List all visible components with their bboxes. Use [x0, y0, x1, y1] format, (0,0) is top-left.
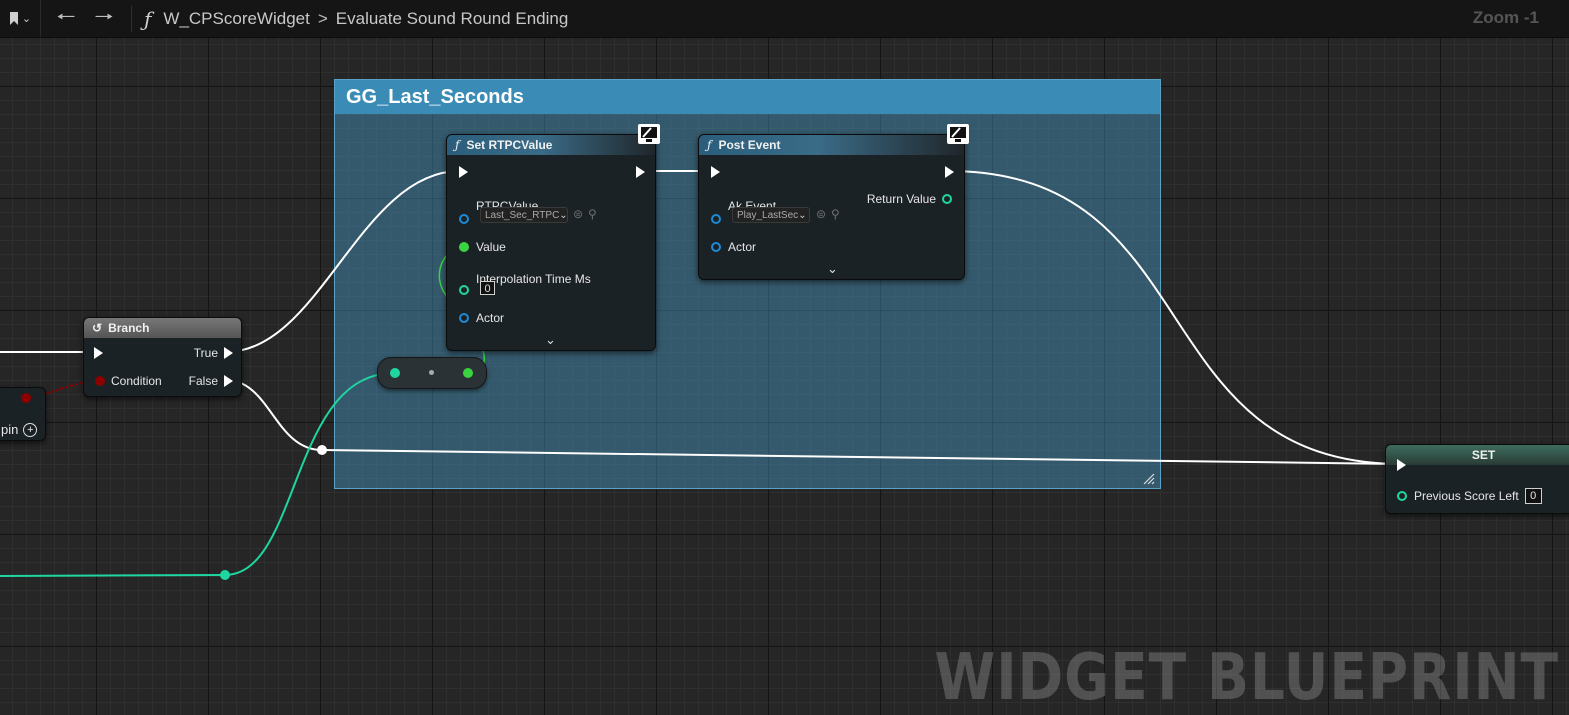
exec-pin-icon	[711, 166, 720, 178]
browse-icon[interactable]: ⚲	[831, 207, 840, 221]
exec-wire-true	[225, 170, 461, 353]
exec-pin-icon	[94, 347, 103, 359]
conversion-node[interactable]	[377, 357, 487, 389]
add-pin-icon[interactable]: +	[23, 422, 38, 437]
int-reroute-knot	[220, 570, 230, 580]
function-icon: ƒ	[455, 138, 460, 152]
node-title: Post Event	[718, 138, 781, 152]
client-only-icon	[947, 124, 969, 144]
set-rtpc-value-node[interactable]: ƒ Set RTPCValue RTPCValue Last_Sec_RTPC …	[446, 124, 660, 351]
actor-pin[interactable]: Actor	[459, 311, 504, 325]
bool-output-pin[interactable]	[21, 393, 31, 403]
exec-pin-icon	[1397, 459, 1406, 471]
object-pin-icon	[459, 313, 469, 323]
exec-output-pin[interactable]	[636, 166, 645, 178]
exec-reroute-knot	[317, 445, 327, 455]
true-output-pin[interactable]: True	[194, 346, 233, 360]
exec-input-pin[interactable]	[711, 166, 720, 178]
false-output-pin[interactable]: False	[189, 374, 233, 388]
interpolation-time-input[interactable]: 0	[480, 281, 495, 295]
node-title: Set RTPCValue	[466, 138, 553, 152]
exec-pin-icon	[636, 166, 645, 178]
use-selected-icon[interactable]: ⊜	[816, 207, 826, 221]
previous-score-input[interactable]: 0	[1524, 488, 1542, 504]
object-pin-icon	[711, 214, 721, 224]
exec-wire-false-set	[321, 449, 1403, 465]
post-event-node[interactable]: ƒ Post Event Ak Event Return Value Play_…	[698, 124, 969, 280]
int-pin-icon	[1397, 491, 1407, 501]
int-pin-icon[interactable]	[390, 368, 400, 378]
object-pin-icon	[711, 242, 721, 252]
exec-pin-icon	[224, 347, 233, 359]
rtpc-asset-dropdown[interactable]: Last_Sec_RTPC ⌄	[480, 207, 568, 223]
condition-input-pin[interactable]: Condition	[95, 374, 162, 388]
branch-icon: ↺	[92, 321, 103, 335]
float-pin-icon[interactable]	[463, 368, 473, 378]
dropdown-value: Last_Sec_RTPC	[485, 209, 560, 221]
pin-label-actor: Actor	[476, 311, 505, 325]
pin-label-actor: Actor	[728, 240, 757, 254]
pin-label-return-value: Return Value	[866, 192, 936, 206]
pin-label-value: Value	[476, 240, 506, 254]
expand-arrow-icon[interactable]: ⌄	[545, 332, 556, 348]
exec-wire-post-set	[947, 170, 1403, 465]
pin-label-false: False	[188, 374, 218, 388]
object-pin-icon	[459, 214, 469, 224]
pin-label-previous-score-left: Previous Score Left	[1414, 489, 1519, 503]
set-variable-node[interactable]: SET Previous Score Left 0	[1385, 444, 1569, 514]
add-pin-label: pin	[1, 422, 19, 437]
chevron-down-icon: ⌄	[559, 209, 568, 221]
conversion-dot-icon	[429, 370, 434, 375]
bool-pin-icon	[95, 376, 105, 386]
previous-score-left-pin[interactable]: Previous Score Left 0	[1397, 488, 1542, 504]
branch-node[interactable]: ↺ Branch True Condition False	[83, 317, 242, 397]
pin-label-true: True	[193, 346, 218, 360]
node-title: Branch	[108, 321, 150, 335]
interpolation-time-pin[interactable]: Interpolation Time Ms	[459, 267, 591, 295]
value-pin[interactable]: Value	[459, 240, 506, 254]
int-wire-source	[0, 372, 395, 577]
pin-label-condition: Condition	[111, 374, 162, 388]
bool-pin-icon	[21, 393, 31, 403]
offscreen-node[interactable]: pin +	[0, 387, 46, 441]
dropdown-value: Play_LastSec	[737, 209, 799, 221]
int-pin-icon	[459, 285, 469, 295]
browse-icon[interactable]: ⚲	[588, 207, 597, 221]
exec-output-pin[interactable]	[945, 166, 954, 178]
expand-arrow-icon[interactable]: ⌄	[827, 261, 838, 277]
int-pin-icon	[942, 194, 952, 204]
ak-event-dropdown[interactable]: Play_LastSec ⌄	[732, 207, 810, 223]
exec-pin-icon	[945, 166, 954, 178]
function-icon: ƒ	[707, 138, 712, 152]
exec-input-pin[interactable]	[459, 166, 468, 178]
client-only-icon	[638, 124, 660, 144]
return-value-pin[interactable]: Return Value	[867, 192, 952, 206]
node-title: SET	[1471, 448, 1496, 462]
exec-pin-icon	[459, 166, 468, 178]
float-pin-icon	[459, 242, 469, 252]
exec-input-pin[interactable]	[94, 347, 103, 359]
chevron-down-icon: ⌄	[798, 209, 807, 221]
use-selected-icon[interactable]: ⊜	[573, 207, 583, 221]
widget-blueprint-watermark: WIDGET BLUEPRINT	[934, 641, 1559, 715]
exec-input-pin[interactable]	[1397, 459, 1406, 471]
actor-pin[interactable]: Actor	[711, 240, 756, 254]
exec-pin-icon	[224, 375, 233, 387]
